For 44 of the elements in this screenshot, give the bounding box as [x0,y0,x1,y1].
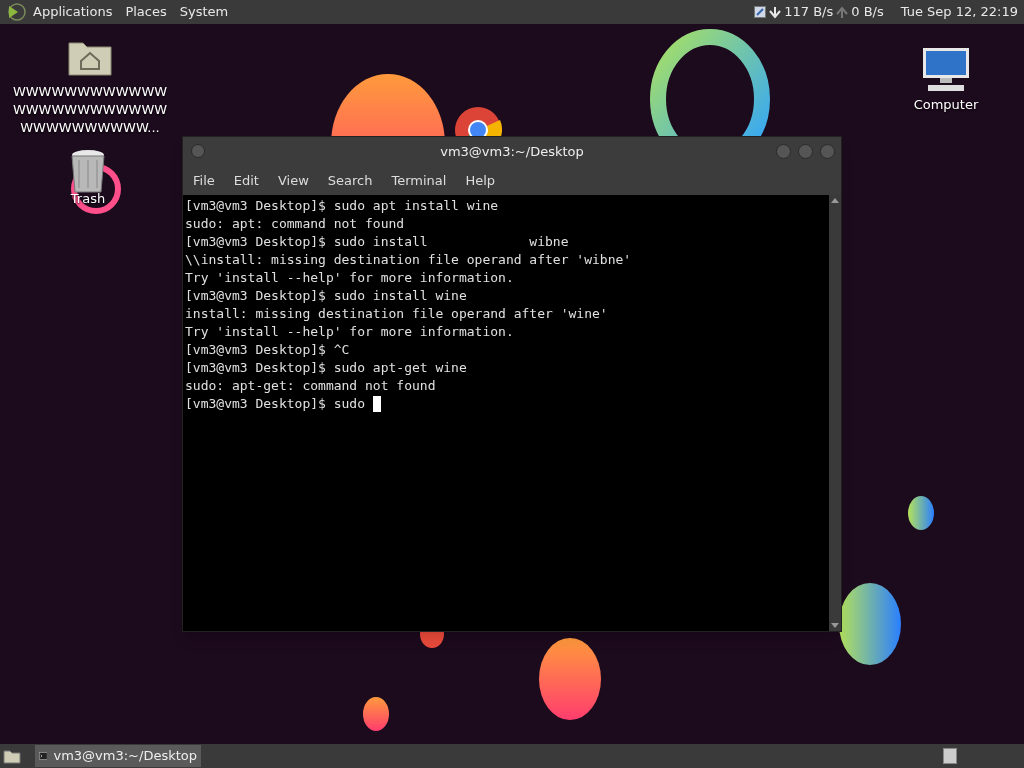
menu-item[interactable]: Search [327,171,373,191]
terminal-icon [39,750,48,762]
menu-item[interactable]: Terminal [391,171,447,191]
terminal-line: [vm3@vm3 Desktop]$ sudo install wibne [185,233,569,251]
icon-label[interactable]: WWWWWWWWWWWW WWWWWWWWWWWW WWWWWWWWWW... [10,83,170,137]
menu-item[interactable]: File [193,171,215,191]
panel-menu[interactable]: Places [125,2,167,22]
clock[interactable]: Tue Sep 12, 22:19 [900,2,1018,22]
menu-item[interactable]: View [277,171,309,191]
upload-arrow-icon [836,5,849,19]
close-button[interactable] [820,144,835,159]
window-menu-button[interactable] [191,144,205,158]
download-arrow-icon [769,5,782,19]
terminal-line: [vm3@vm3 Desktop]$ sudo apt install wine [185,197,499,215]
terminal-line: [vm3@vm3 Desktop]$ sudo install wine [185,287,467,305]
scroll-down-icon[interactable] [831,623,839,628]
scroll-up-icon[interactable] [831,198,839,203]
menu-item[interactable]: Help [465,171,496,191]
terminal-line: install: missing destination file operand after 'wine' [185,305,608,323]
network-icon [754,6,767,18]
maximize-button[interactable] [798,144,813,159]
terminal-line: [vm3@vm3 Desktop]$ ^C [185,341,350,359]
panel-menu[interactable]: System [179,2,229,22]
terminal-line: \\install: missing destination file operand after 'wibne' [185,251,632,269]
terminal-line: Try 'install --help' for more information. [185,269,514,287]
window-title: vm3@vm3:~/Desktop [440,143,584,162]
terminal-line: Try 'install --help' for more information. [185,323,514,341]
terminal-line: [vm3@vm3 Desktop]$ sudo [185,395,366,413]
terminal-line: sudo: apt-get: command not found [185,377,436,395]
show-desktop-icon[interactable] [3,748,21,764]
panel-menu[interactable]: Applications [33,2,113,22]
icon-label[interactable]: Computer [913,96,979,114]
play-icon [7,3,27,21]
menu-item[interactable]: Edit [233,171,259,191]
taskbar-button[interactable]: vm3@vm3:~/Desktop [35,745,201,767]
minimize-button[interactable] [776,144,791,159]
trash-icon [69,148,107,194]
scrollbar[interactable] [829,195,841,631]
download-speed: 117 B/s [784,3,834,22]
workspace-switcher[interactable] [943,748,957,764]
upload-speed: 0 B/s [851,3,884,22]
terminal-line: sudo: apt: command not found [185,215,405,233]
computer-icon [920,46,972,94]
terminal-line: [vm3@vm3 Desktop]$ sudo apt-get wine [185,359,467,377]
